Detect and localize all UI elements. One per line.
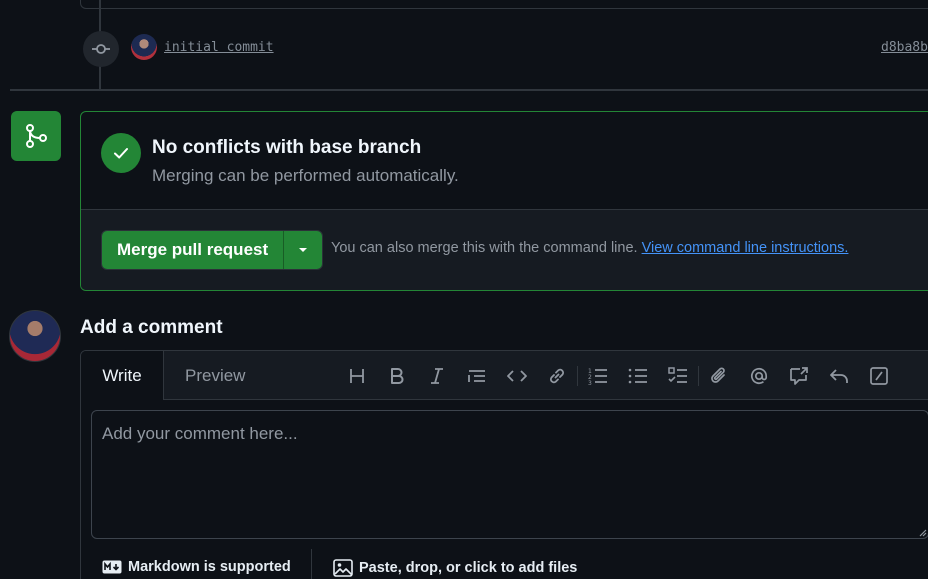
merge-status-section: No conflicts with base branch Merging ca…: [81, 112, 928, 210]
editor-header: Write Preview 1 2 3: [81, 351, 928, 401]
merge-status-title: No conflicts with base branch: [152, 137, 422, 158]
merge-method-dropdown-button[interactable]: [284, 231, 323, 269]
commit-sha-link[interactable]: d8ba8b: [881, 40, 928, 55]
add-files-label: Paste, drop, or click to add files: [359, 560, 578, 576]
markdown-supported-label: Markdown is supported: [128, 559, 291, 575]
markdown-icon: [102, 560, 122, 574]
heading-icon[interactable]: [337, 363, 377, 389]
commit-author-avatar[interactable]: [131, 34, 157, 60]
merge-actions-section: Merge pull request You can also merge th…: [81, 210, 928, 290]
attach-icon[interactable]: [699, 363, 739, 389]
tab-write[interactable]: Write: [81, 351, 164, 401]
editor-body: Markdown is supported Paste, drop, or cl…: [81, 400, 928, 579]
reference-icon[interactable]: [779, 363, 819, 389]
task-list-icon[interactable]: [658, 363, 698, 389]
add-files-button[interactable]: Paste, drop, or click to add files: [333, 559, 577, 577]
comment-editor: Write Preview 1 2 3 Add your comment her…: [80, 350, 928, 579]
triangle-down-icon: [299, 248, 308, 252]
italic-icon[interactable]: [417, 363, 457, 389]
git-merge-icon: [11, 111, 61, 161]
check-circle-icon: [101, 133, 141, 173]
resize-grip-icon[interactable]: [917, 527, 927, 537]
unordered-list-icon[interactable]: [618, 363, 658, 389]
mention-icon[interactable]: [739, 363, 779, 389]
add-comment-heading: Add a comment: [80, 317, 223, 338]
current-user-avatar[interactable]: [9, 310, 61, 362]
merge-status-subtitle: Merging can be performed automatically.: [152, 166, 459, 185]
numbered-list-icon[interactable]: 123: [578, 363, 618, 389]
merge-box: No conflicts with base branch Merging ca…: [80, 111, 928, 291]
markdown-toolbar: 123: [337, 363, 899, 389]
pull-request-page: initial commit d8ba8b No conflicts with …: [0, 0, 928, 579]
image-icon: [333, 559, 353, 577]
code-icon[interactable]: [497, 363, 537, 389]
reply-icon[interactable]: [819, 363, 859, 389]
svg-text:3: 3: [588, 380, 592, 385]
bold-icon[interactable]: [377, 363, 417, 389]
footer-separator: [311, 549, 312, 579]
command-line-instructions-link[interactable]: View command line instructions.: [642, 240, 849, 256]
editor-footer: Markdown is supported Paste, drop, or cl…: [81, 547, 928, 579]
link-icon[interactable]: [537, 363, 577, 389]
previous-card-edge: [80, 0, 928, 9]
commit-icon: [83, 31, 119, 67]
markdown-supported-link[interactable]: Markdown is supported: [102, 559, 291, 575]
commit-message-link[interactable]: initial commit: [164, 40, 274, 55]
merge-hint: You can also merge this with the command…: [331, 240, 848, 256]
merge-hint-text: You can also merge this with the command…: [331, 240, 638, 256]
merge-button-group: Merge pull request: [101, 230, 324, 270]
slash-command-icon[interactable]: [859, 363, 899, 389]
tab-preview[interactable]: Preview: [185, 351, 245, 400]
comment-textarea[interactable]: [91, 410, 928, 539]
merge-pull-request-button[interactable]: Merge pull request: [102, 231, 285, 269]
timeline-divider: [10, 89, 928, 91]
quote-icon[interactable]: [457, 363, 497, 389]
